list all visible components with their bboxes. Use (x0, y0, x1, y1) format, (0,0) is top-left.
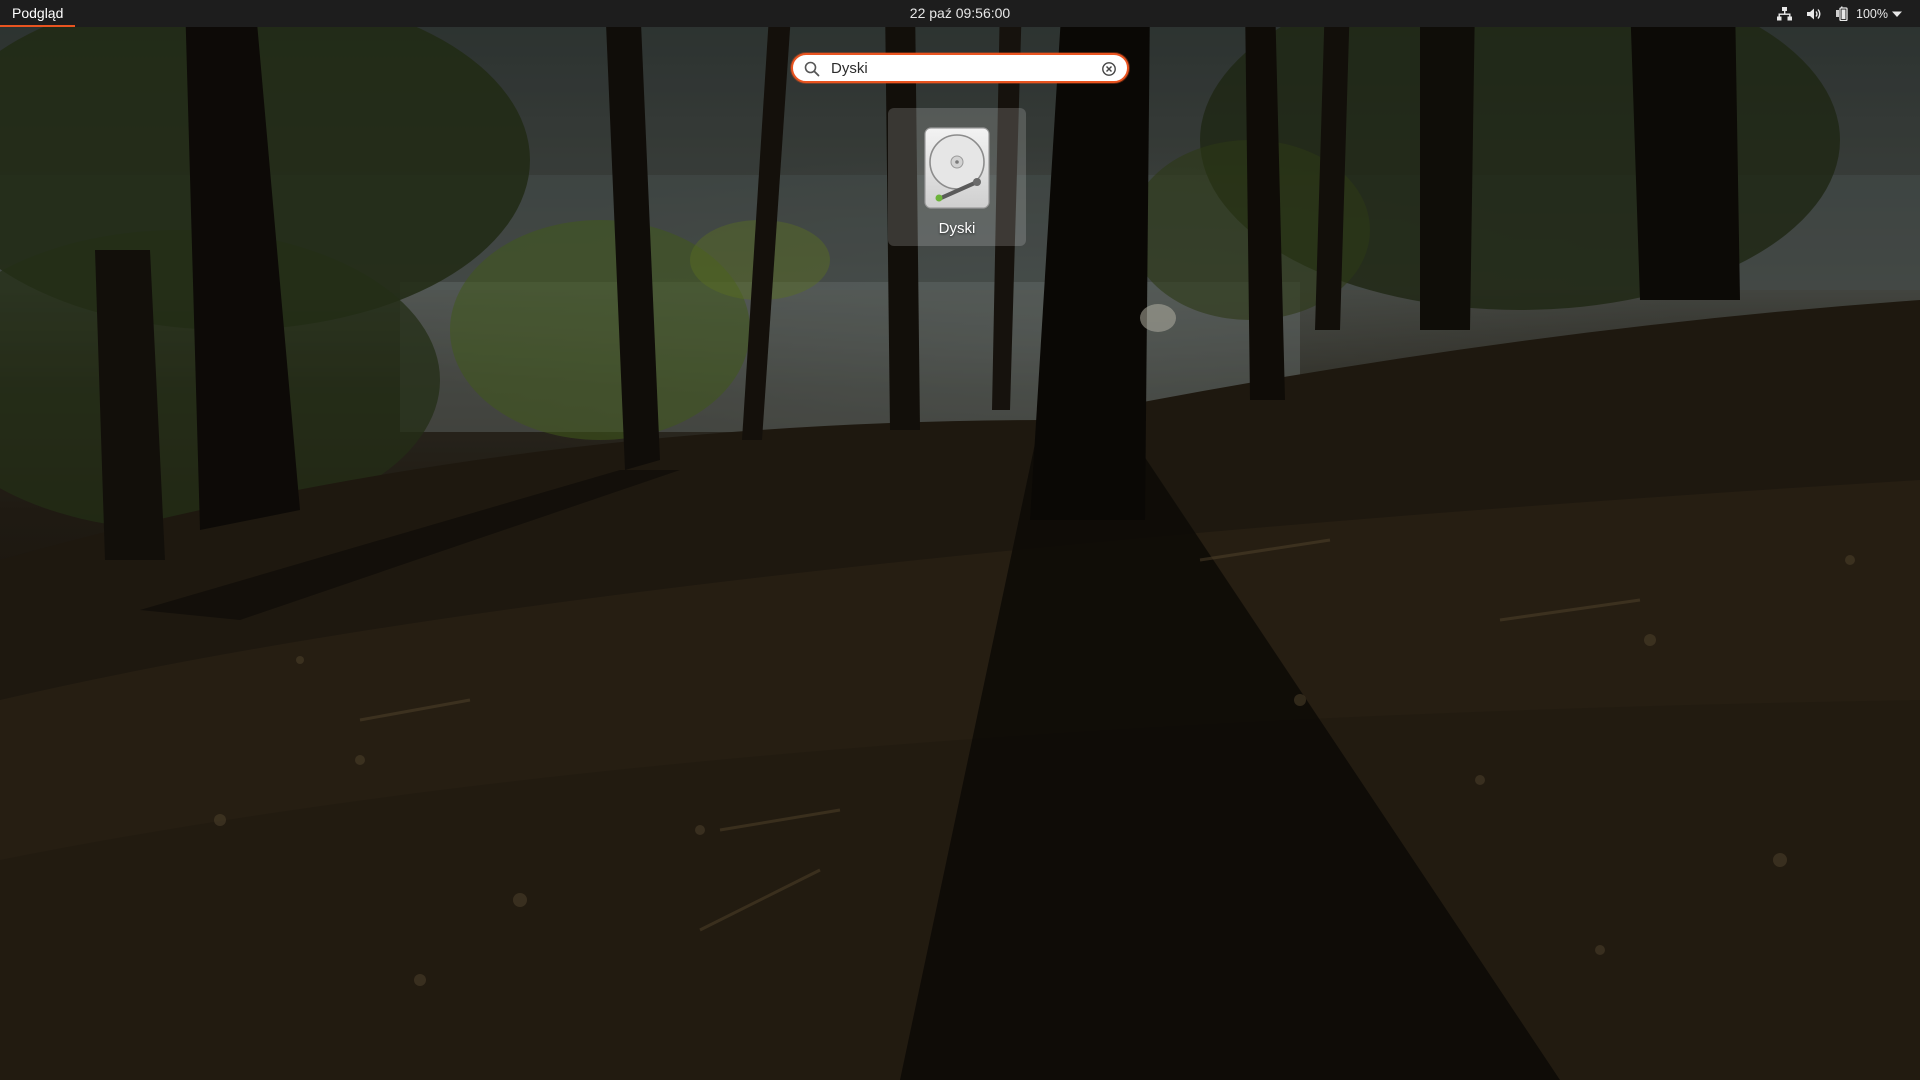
disk-utility-icon (923, 126, 991, 210)
result-label: Dyski (938, 220, 976, 237)
network-icon[interactable] (1777, 6, 1793, 21)
search-icon (804, 61, 820, 82)
clear-icon[interactable] (1101, 61, 1117, 82)
search-entry[interactable] (791, 53, 1129, 83)
battery-percent: 100% (1856, 6, 1888, 21)
search-input[interactable] (831, 58, 1081, 78)
battery-icon (1836, 6, 1852, 21)
dropdown-arrow-icon[interactable] (1892, 10, 1902, 18)
volume-icon[interactable] (1806, 7, 1822, 21)
battery-indicator[interactable]: 100% (1836, 6, 1902, 21)
activities-button[interactable]: Podgląd (0, 0, 76, 27)
desktop: Podgląd 22 paź 09:56:00 100% Dyski Dyski (0, 0, 1920, 1080)
clock[interactable]: 22 paź 09:56:00 (840, 0, 1080, 27)
system-tray[interactable]: 100% (1777, 0, 1902, 27)
top-bar: Podgląd 22 paź 09:56:00 100% (0, 0, 1920, 27)
search-result-disks[interactable]: Dyski (888, 108, 1026, 246)
